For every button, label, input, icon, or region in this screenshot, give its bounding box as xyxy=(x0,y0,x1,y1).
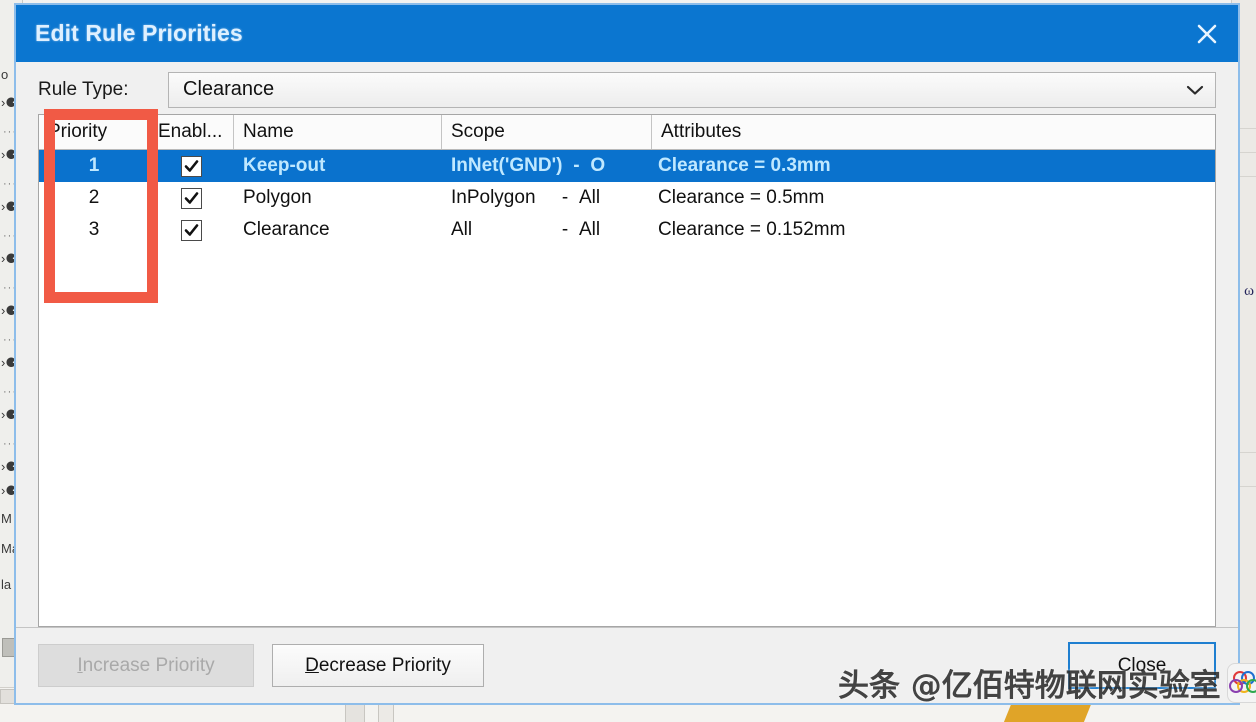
column-header-name[interactable]: Name xyxy=(234,115,442,149)
table-row[interactable]: 3 Clearance All - All Clearance = 0.152m… xyxy=(39,214,1215,246)
increase-priority-label: ncrease Priority xyxy=(82,654,215,676)
dialog-title: Edit Rule Priorities xyxy=(35,20,243,46)
scope-separator: - xyxy=(561,187,569,208)
grid-header-row: Priority Enabl... Name Scope Attributes xyxy=(39,115,1215,150)
column-header-enabled[interactable]: Enabl... xyxy=(149,115,234,149)
scope-separator: - xyxy=(573,155,580,176)
scope-target: All xyxy=(579,187,601,208)
cell-name: Polygon xyxy=(243,187,312,208)
cell-enabled xyxy=(149,155,234,177)
checkmark-icon xyxy=(184,159,199,172)
enabled-checkbox[interactable] xyxy=(181,187,202,209)
scope-source: All xyxy=(451,219,473,240)
increase-priority-button[interactable]: Increase Priority xyxy=(38,644,254,687)
decrease-priority-button[interactable]: Decrease Priority xyxy=(272,644,484,687)
cell-scope: All - All xyxy=(442,219,652,241)
table-row[interactable]: 2 Polygon InPolygon - All Clearance = 0.… xyxy=(39,182,1215,214)
enabled-checkbox[interactable] xyxy=(181,219,202,241)
column-header-priority[interactable]: Priority xyxy=(39,115,149,149)
scope-target: All xyxy=(579,219,601,240)
cell-priority: 1 xyxy=(88,155,100,176)
dialog-footer: Increase Priority Decrease Priority Clos… xyxy=(16,627,1238,703)
dialog-body: Rule Type: Clearance Priority Enabl... N… xyxy=(16,62,1238,703)
bg-right-glyph: ω xyxy=(1244,283,1254,299)
cell-enabled xyxy=(149,219,234,241)
decrease-priority-label: ecrease Priority xyxy=(318,654,451,676)
scope-source: InNet('GND') xyxy=(451,155,563,176)
rule-type-label: Rule Type: xyxy=(38,78,129,100)
checkmark-icon xyxy=(184,191,199,204)
cell-priority: 2 xyxy=(88,187,100,208)
bg-glyph-m: M xyxy=(1,511,12,526)
edit-rule-priorities-dialog: Edit Rule Priorities Rule Type: Clearanc… xyxy=(14,3,1240,705)
bg-glyph-la: la xyxy=(1,577,12,592)
cell-name: Keep-out xyxy=(243,155,326,176)
scope-target: O xyxy=(590,155,606,176)
column-header-attributes[interactable]: Attributes xyxy=(652,115,1215,149)
grid-rows: 1 Keep-out InNet('GND') - O Clearance = … xyxy=(39,150,1215,626)
cell-scope: InPolygon - All xyxy=(442,187,652,209)
rules-grid: Priority Enabl... Name Scope Attributes … xyxy=(38,114,1216,627)
cell-priority: 3 xyxy=(88,219,100,240)
decrease-priority-accel: D xyxy=(305,654,319,676)
cell-attributes: Clearance = 0.5mm xyxy=(658,187,825,208)
cell-attributes: Clearance = 0.152mm xyxy=(658,219,846,240)
chevron-down-icon xyxy=(1185,84,1205,96)
rule-type-selected-value: Clearance xyxy=(183,78,275,100)
column-header-scope[interactable]: Scope xyxy=(442,115,652,149)
enabled-checkbox[interactable] xyxy=(181,155,202,177)
cell-attributes: Clearance = 0.3mm xyxy=(658,155,831,176)
rule-type-row: Rule Type: Clearance xyxy=(16,62,1238,108)
bg-glyph-o: o xyxy=(1,67,9,82)
cell-scope: InNet('GND') - O xyxy=(442,155,652,177)
table-row[interactable]: 1 Keep-out InNet('GND') - O Clearance = … xyxy=(39,150,1215,182)
dialog-title-bar: Edit Rule Priorities xyxy=(16,5,1238,62)
checkmark-icon xyxy=(184,223,199,236)
close-button[interactable]: Close xyxy=(1068,642,1216,689)
cell-enabled xyxy=(149,187,234,209)
scope-separator: - xyxy=(561,219,569,240)
scope-source: InPolygon xyxy=(451,187,536,208)
cell-name: Clearance xyxy=(243,219,330,240)
close-x-icon[interactable] xyxy=(1176,5,1238,62)
rule-type-dropdown[interactable]: Clearance xyxy=(168,71,1216,108)
